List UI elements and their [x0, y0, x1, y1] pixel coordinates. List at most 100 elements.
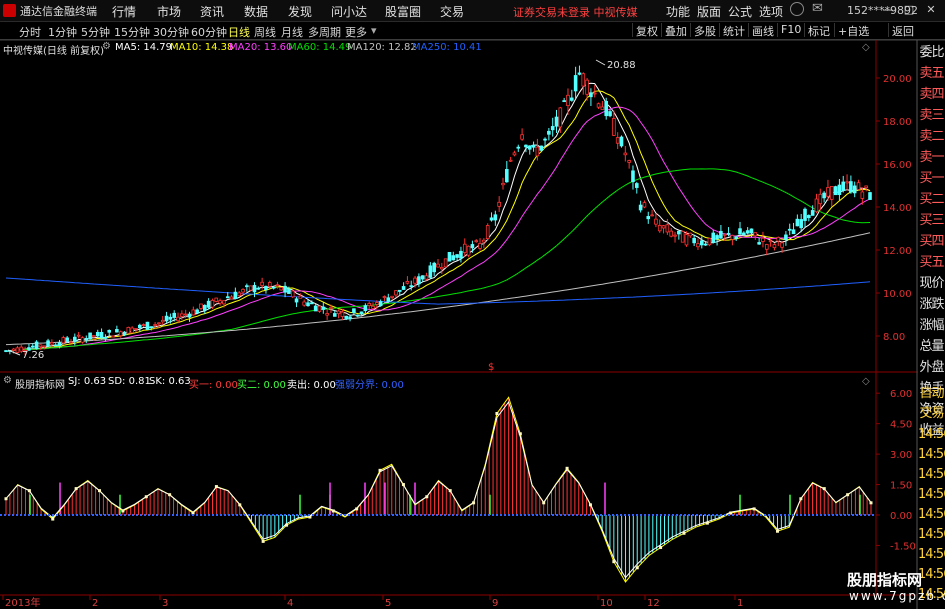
ma250-line: [5, 277, 871, 305]
sk-dot: [238, 503, 242, 507]
side-panel-item[interactable]: 委比: [918, 43, 945, 63]
side-panel-item[interactable]: 14:56: [918, 465, 945, 485]
candle-body: [321, 306, 326, 310]
x-tick-label: 12: [647, 598, 660, 609]
candle-body: [73, 336, 77, 342]
candle-body: [313, 305, 318, 312]
side-panel-item[interactable]: 卖三: [918, 106, 945, 126]
side-panel-item[interactable]: 买五: [918, 253, 945, 273]
side-panel-item[interactable]: 现价: [918, 274, 945, 294]
candle-body: [199, 303, 203, 309]
side-panel-item[interactable]: 14:56: [918, 545, 945, 565]
side-panel-item[interactable]: 买一: [918, 169, 945, 189]
candle-body: [355, 314, 360, 317]
candle-body: [34, 341, 39, 349]
candle-body: [715, 235, 719, 240]
candle-body: [787, 228, 792, 231]
candle-body: [440, 266, 444, 270]
candle-body: [627, 160, 631, 163]
sk-dot: [869, 501, 873, 505]
candle-body: [837, 184, 842, 196]
candle-body: [547, 130, 551, 135]
side-panel-item[interactable]: 卖一: [918, 148, 945, 168]
y-tick-label: 20.00: [883, 74, 912, 85]
candle-body: [310, 302, 314, 305]
x-tick-label: 1: [737, 598, 743, 609]
candle-body: [661, 225, 666, 229]
candle-body: [642, 202, 647, 208]
candle-body: [524, 144, 528, 148]
candle-body: [195, 309, 199, 314]
sk-dot: [98, 489, 102, 493]
candle-body: [256, 287, 261, 290]
side-panel-item[interactable]: 买四: [918, 232, 945, 252]
candle-body: [623, 152, 628, 156]
candle-body: [153, 324, 157, 326]
candle-body: [619, 136, 624, 147]
candle-body: [267, 282, 272, 287]
side-panel-item[interactable]: 卖五: [918, 64, 945, 84]
side-panel-item[interactable]: 交易: [918, 404, 945, 424]
sk-dot: [705, 521, 709, 525]
candle-body: [42, 345, 47, 348]
side-panel-item[interactable]: 卖二: [918, 127, 945, 147]
side-panel-item[interactable]: 14:56: [918, 525, 945, 545]
candle-body: [233, 291, 238, 299]
candle-body: [332, 313, 337, 317]
candle-body: [791, 229, 796, 235]
candle-body: [776, 237, 781, 242]
side-panel-item[interactable]: 买二: [918, 190, 945, 210]
side-panel-item[interactable]: 涨跌: [918, 295, 945, 315]
candle-body: [719, 230, 723, 239]
side-panel-item[interactable]: 14:56: [918, 445, 945, 465]
candle-body: [38, 344, 43, 348]
side-panel-item[interactable]: 14:56: [918, 505, 945, 525]
candle-body: [363, 305, 368, 312]
x-tick-label: 10: [600, 598, 613, 609]
candle-body: [432, 262, 436, 273]
candle-body: [405, 280, 410, 284]
candle-body: [868, 192, 872, 200]
side-panel-item[interactable]: 卖四: [918, 85, 945, 105]
side-panel-item[interactable]: 自动: [918, 384, 945, 404]
ma10-line: [5, 90, 871, 352]
candle-body: [61, 337, 66, 344]
candle-body: [684, 234, 689, 246]
candle-body: [615, 137, 620, 144]
candle-body: [780, 242, 784, 248]
candle-body: [577, 72, 582, 75]
side-panel-item[interactable]: 买三: [918, 211, 945, 231]
candle-body: [474, 240, 479, 243]
candle-body: [447, 251, 452, 262]
side-panel-item[interactable]: 14:56: [918, 425, 945, 445]
candle-body: [757, 242, 761, 245]
candle-body: [298, 295, 303, 299]
candle-body: [631, 170, 635, 183]
sk-dot: [775, 529, 779, 533]
side-panel-item[interactable]: 14:56: [918, 485, 945, 505]
candle-body: [420, 275, 425, 280]
candle-body: [417, 276, 421, 285]
sub-collapse-diamond-icon: ◇: [862, 376, 870, 387]
candle-body: [336, 310, 341, 315]
candle-body: [489, 217, 494, 221]
candle-body: [696, 243, 700, 248]
sub-y-tick-label: 0.00: [890, 511, 912, 522]
watermark-url: www.7gpzb.com: [849, 589, 945, 603]
candle-body: [245, 285, 249, 288]
high-pointer: [595, 59, 606, 66]
sk-dot: [355, 507, 359, 511]
candle-body: [157, 322, 161, 325]
side-panel-item[interactable]: 外盘: [918, 358, 945, 378]
candle-body: [826, 187, 830, 197]
candle-body: [677, 230, 681, 235]
candle-body: [550, 126, 555, 131]
candle-body: [340, 311, 345, 317]
sk-dot: [542, 501, 546, 505]
candle-body: [183, 313, 188, 316]
kline-chart[interactable]: 20.0018.0016.0014.0012.0010.008.006.004.…: [0, 0, 945, 609]
side-panel-item[interactable]: 涨幅: [918, 316, 945, 336]
watermark-title: 股朋指标网: [847, 571, 923, 589]
side-panel-item[interactable]: 总量: [918, 337, 945, 357]
candle-body: [443, 258, 448, 268]
